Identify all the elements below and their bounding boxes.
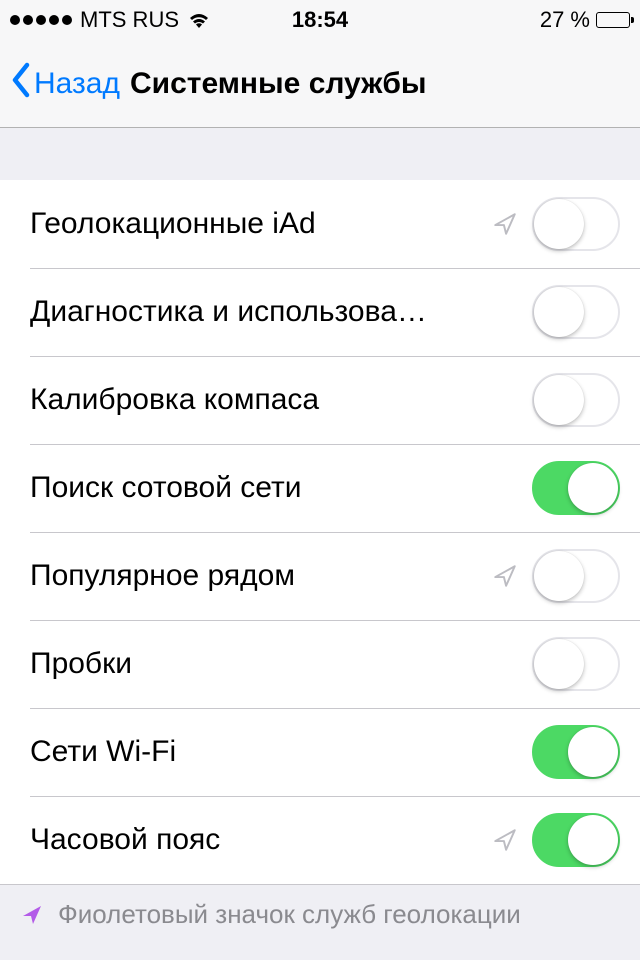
footer-text: Фиолетовый значок служб геолокации xyxy=(58,899,521,930)
settings-row: Пробки xyxy=(0,620,640,708)
row-label: Сети Wi-Fi xyxy=(30,735,532,769)
settings-list: Геолокационные iAd Диагностика и использо… xyxy=(0,180,640,884)
settings-row: Популярное рядом xyxy=(0,532,640,620)
signal-strength-icon xyxy=(10,15,72,25)
row-accessories xyxy=(532,285,620,339)
row-label: Пробки xyxy=(30,647,532,681)
location-arrow-purple-icon xyxy=(20,903,44,927)
toggle-knob xyxy=(568,815,618,865)
location-arrow-icon xyxy=(492,563,518,589)
row-label: Поиск сотовой сети xyxy=(30,471,532,505)
settings-row: Калибровка компаса xyxy=(0,356,640,444)
status-bar: MTS RUS 18:54 27 % xyxy=(0,0,640,40)
row-accessories xyxy=(532,637,620,691)
status-right: 27 % xyxy=(540,7,630,33)
back-button[interactable]: Назад xyxy=(10,62,120,106)
toggle-knob xyxy=(568,463,618,513)
carrier-label: MTS RUS xyxy=(80,7,179,33)
row-accessories xyxy=(492,549,620,603)
settings-row: Сети Wi-Fi xyxy=(0,708,640,796)
toggle-knob xyxy=(568,727,618,777)
settings-row: Диагностика и использова… xyxy=(0,268,640,356)
toggle-knob xyxy=(534,375,584,425)
toggle-knob xyxy=(534,199,584,249)
navigation-bar: Назад Системные службы xyxy=(0,40,640,128)
toggle-switch[interactable] xyxy=(532,461,620,515)
toggle-knob xyxy=(534,287,584,337)
row-label: Часовой пояс xyxy=(30,823,492,857)
battery-percent-label: 27 % xyxy=(540,7,590,33)
wifi-icon xyxy=(187,10,211,30)
row-accessories xyxy=(532,461,620,515)
page-title: Системные службы xyxy=(130,67,427,101)
settings-row: Часовой пояс xyxy=(0,796,640,884)
row-label: Геолокационные iAd xyxy=(30,207,492,241)
location-arrow-icon xyxy=(492,211,518,237)
row-label: Диагностика и использова… xyxy=(30,295,532,329)
toggle-switch[interactable] xyxy=(532,813,620,867)
toggle-knob xyxy=(534,551,584,601)
status-left: MTS RUS xyxy=(10,7,211,33)
footer-legend: Фиолетовый значок служб геолокации xyxy=(0,884,640,944)
status-time: 18:54 xyxy=(292,7,348,33)
toggle-switch[interactable] xyxy=(532,549,620,603)
toggle-switch[interactable] xyxy=(532,725,620,779)
row-label: Популярное рядом xyxy=(30,559,492,593)
row-accessories xyxy=(532,373,620,427)
toggle-switch[interactable] xyxy=(532,637,620,691)
chevron-left-icon xyxy=(10,62,32,106)
toggle-switch[interactable] xyxy=(532,197,620,251)
row-label: Калибровка компаса xyxy=(30,383,532,417)
settings-row: Геолокационные iAd xyxy=(0,180,640,268)
section-spacer xyxy=(0,128,640,180)
toggle-switch[interactable] xyxy=(532,285,620,339)
row-accessories xyxy=(492,197,620,251)
row-accessories xyxy=(532,725,620,779)
toggle-switch[interactable] xyxy=(532,373,620,427)
back-label: Назад xyxy=(34,67,120,101)
location-arrow-icon xyxy=(492,827,518,853)
toggle-knob xyxy=(534,639,584,689)
row-accessories xyxy=(492,813,620,867)
battery-icon xyxy=(596,12,630,28)
settings-row: Поиск сотовой сети xyxy=(0,444,640,532)
